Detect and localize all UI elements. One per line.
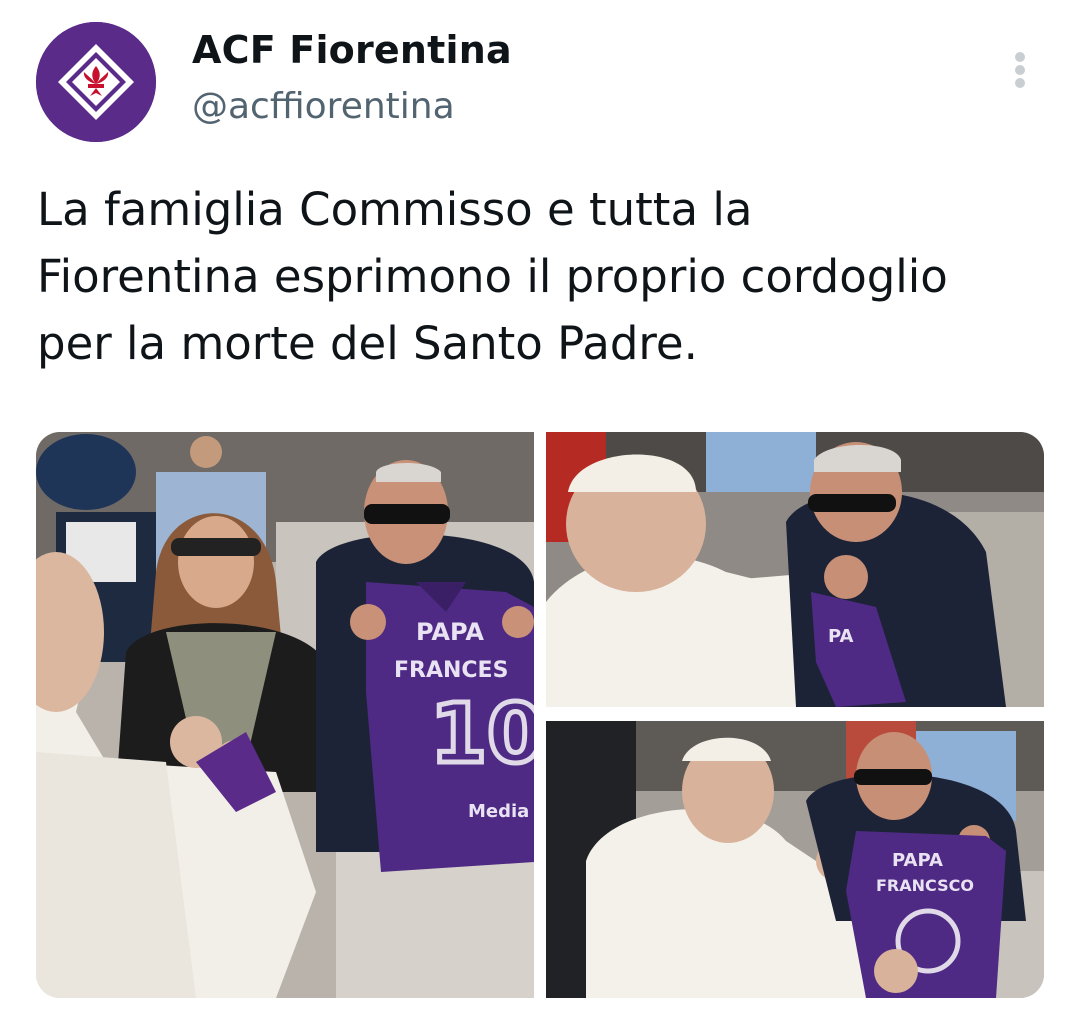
photo-3[interactable]: PAPA FRANCSCO	[546, 721, 1044, 998]
jersey-line1: PAPA	[892, 850, 943, 871]
jersey-number: 10	[430, 687, 534, 782]
jersey-fragment: PA	[828, 626, 854, 647]
tweet-text: La famiglia Commisso e tutta la Fiorenti…	[37, 183, 948, 370]
profile-avatar[interactable]	[36, 22, 156, 142]
more-vertical-icon[interactable]	[1004, 50, 1036, 90]
jersey-line2: FRANCES	[394, 658, 508, 683]
jersey-line1: PAPA	[416, 618, 484, 646]
photo-2[interactable]: PA	[546, 432, 1044, 707]
jersey-sponsor: Media	[468, 801, 529, 822]
display-name[interactable]: ACF Fiorentina	[192, 28, 512, 72]
jersey-line2: FRANCSCO	[876, 876, 974, 895]
fiorentina-lily-crest-icon	[36, 22, 156, 142]
account-handle[interactable]: @acffiorentina	[192, 86, 455, 127]
media-grid: PAPA FRANCES 10 Media PA PAPA FRANCSCO	[36, 432, 1044, 998]
photo-1[interactable]: PAPA FRANCES 10 Media	[36, 432, 534, 998]
